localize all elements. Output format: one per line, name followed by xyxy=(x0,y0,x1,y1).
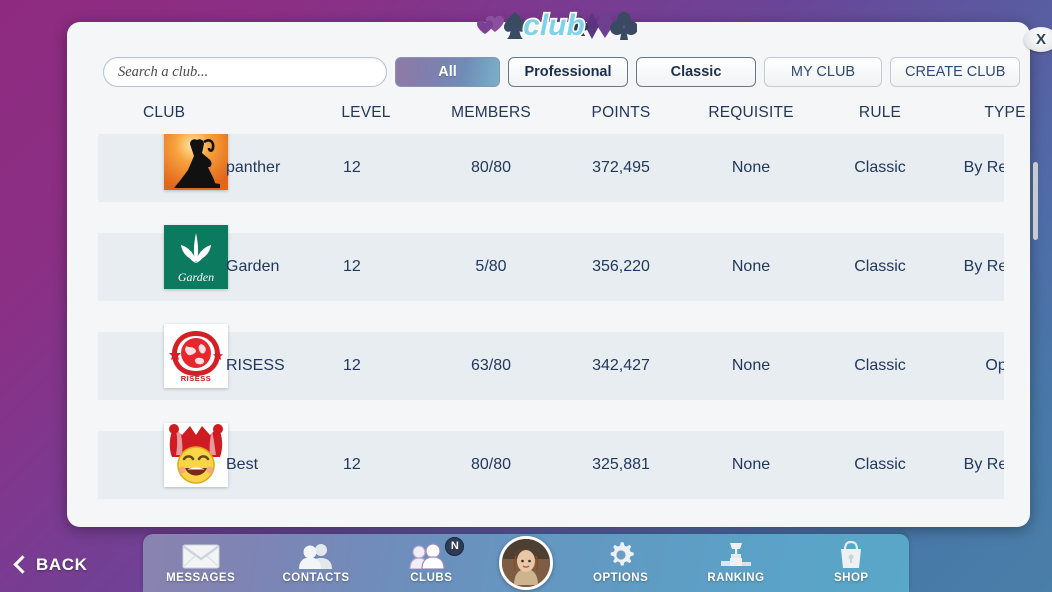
table-row[interactable]: Garden Garden 12 5/80 356,220 None Class… xyxy=(98,225,1004,301)
people-icon xyxy=(296,543,336,569)
club-name: panther xyxy=(226,159,281,176)
club-rule: Classic xyxy=(854,456,906,473)
column-header-type: TYPE xyxy=(984,104,1026,121)
club-points: 372,495 xyxy=(592,159,650,176)
table-row[interactable]: RISESS RISESS 12 63/80 342,427 None Clas… xyxy=(98,324,1004,400)
taskbar-label-clubs: CLUBS xyxy=(410,571,453,584)
column-header-club: CLUB xyxy=(143,104,186,121)
close-icon: X xyxy=(1035,31,1046,48)
gear-icon xyxy=(607,541,635,569)
taskbar-item-options[interactable]: OPTIONS xyxy=(563,534,678,592)
garden-logo-icon: Garden xyxy=(164,225,228,289)
taskbar-item-profile[interactable] xyxy=(489,534,563,592)
column-header-points: POINTS xyxy=(591,104,651,121)
list-scrollbar[interactable] xyxy=(1033,134,1038,516)
club-members: 5/80 xyxy=(475,258,507,275)
column-header-level: LEVEL xyxy=(341,104,391,121)
club-members: 80/80 xyxy=(470,159,512,176)
club-members: 80/80 xyxy=(470,456,512,473)
clubs-notification-badge: N xyxy=(445,536,465,556)
club-logo-text: club xyxy=(523,9,585,42)
shopping-bag-icon xyxy=(838,540,864,569)
club-type: By Request xyxy=(963,258,1004,275)
club-logo: club xyxy=(477,7,637,44)
club-type: Open xyxy=(985,357,1004,374)
club-requisite: None xyxy=(731,159,771,176)
table-row[interactable]: Best 12 80/80 325,881 None Classic By Re… xyxy=(98,423,1004,499)
column-header-rule: RULE xyxy=(858,104,902,121)
club-rule: Classic xyxy=(854,159,906,176)
filter-professional-button[interactable]: Professional xyxy=(508,57,628,87)
chevron-left-icon xyxy=(13,555,32,574)
taskbar-item-shop[interactable]: SHOP xyxy=(794,534,909,592)
close-button[interactable]: X xyxy=(1024,27,1052,52)
filter-classic-button[interactable]: Classic xyxy=(636,57,756,87)
club-rule: Classic xyxy=(854,357,906,374)
club-name: Best xyxy=(226,456,259,473)
taskbar-label-contacts: CONTACTS xyxy=(282,571,350,584)
create-club-button[interactable]: CREATE CLUB xyxy=(890,57,1021,87)
joker-logo-icon xyxy=(164,423,228,487)
club-points: 356,220 xyxy=(592,258,650,275)
column-header-members: MEMBERS xyxy=(451,104,531,121)
taskbar-item-contacts[interactable]: CONTACTS xyxy=(258,534,373,592)
taskbar-label-shop: SHOP xyxy=(834,571,869,584)
taskbar-label-options: OPTIONS xyxy=(593,571,649,584)
taskbar-item-ranking[interactable]: RANKING xyxy=(678,534,793,592)
club-rule: Classic xyxy=(854,258,906,275)
trophy-podium-icon xyxy=(719,542,753,569)
club-avatar: Garden xyxy=(164,225,228,289)
avatar xyxy=(498,536,553,590)
club-name: Garden xyxy=(226,258,280,275)
club-name: RISESS xyxy=(226,357,285,374)
toolbar: All Professional Classic MY CLUB CREATE … xyxy=(103,57,1021,87)
panther-logo-icon xyxy=(164,134,228,190)
club-members: 63/80 xyxy=(470,357,512,374)
column-header-requisite: REQUISITE xyxy=(708,104,794,121)
table-row[interactable]: panther 12 80/80 372,495 None Classic By… xyxy=(98,134,1004,202)
club-dialog: club X All Professional Classic MY CLUB … xyxy=(67,7,1052,527)
club-avatar xyxy=(164,134,228,190)
club-level: 12 xyxy=(343,258,361,275)
club-level: 12 xyxy=(343,456,361,473)
club-points: 342,427 xyxy=(592,357,650,374)
taskbar-label-messages: MESSAGES xyxy=(166,571,236,584)
table-header: CLUB LEVEL MEMBERS POINTS REQUISITE RULE… xyxy=(103,104,1025,138)
club-requisite: None xyxy=(731,456,771,473)
club-type: By Request xyxy=(963,159,1004,176)
my-club-button[interactable]: MY CLUB xyxy=(764,57,882,87)
taskbar-item-clubs[interactable]: N CLUBS xyxy=(374,534,489,592)
people-group-icon: N xyxy=(409,536,465,569)
club-list: panther 12 80/80 372,495 None Classic By… xyxy=(98,134,1004,516)
club-level: 12 xyxy=(343,159,361,176)
taskbar-label-ranking: RANKING xyxy=(707,571,765,584)
back-label: BACK xyxy=(36,555,88,574)
taskbar-item-messages[interactable]: MESSAGES xyxy=(143,534,258,592)
svg-text:RISESS: RISESS xyxy=(181,374,212,383)
envelope-icon xyxy=(181,543,220,569)
club-type: By Request xyxy=(963,456,1004,473)
filter-all-button[interactable]: All xyxy=(395,57,500,87)
club-avatar xyxy=(164,423,228,487)
club-level: 12 xyxy=(343,357,361,374)
club-points: 325,881 xyxy=(592,456,650,473)
club-requisite: None xyxy=(731,258,771,275)
search-input[interactable] xyxy=(103,57,387,87)
back-button[interactable]: BACK xyxy=(13,555,88,575)
taskbar: MESSAGES CONTACTS N CLUBS OPTIONS RANKIN… xyxy=(143,534,909,592)
club-requisite: None xyxy=(731,357,771,374)
risess-globe-logo-icon: RISESS xyxy=(164,324,228,388)
svg-text:Garden: Garden xyxy=(178,270,214,284)
scrollbar-thumb[interactable] xyxy=(1033,162,1038,240)
club-avatar: RISESS xyxy=(164,324,228,388)
